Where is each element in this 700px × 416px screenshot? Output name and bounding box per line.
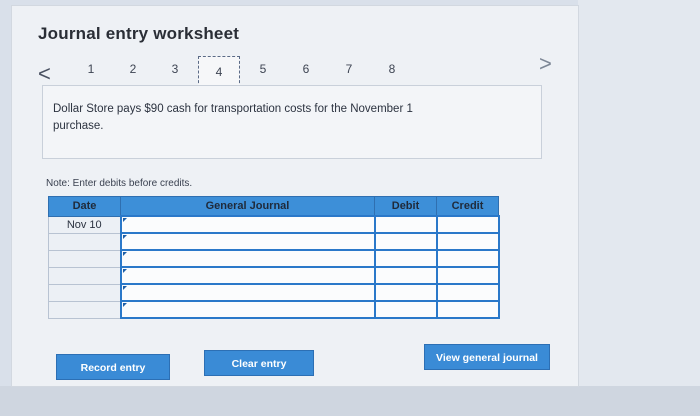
table-row — [48, 249, 500, 268]
credit-input[interactable] — [435, 283, 500, 302]
date-cell — [48, 300, 121, 319]
instruction-note: Note: Enter debits before credits. — [46, 178, 193, 189]
journal-table: Date General Journal Debit Credit Nov 10 — [48, 196, 500, 319]
general-journal-header: General Journal — [120, 196, 375, 217]
date-cell — [48, 232, 121, 251]
date-cell — [48, 283, 121, 302]
dropdown-marker-icon — [122, 218, 127, 222]
page-tab-7[interactable]: 7 — [338, 62, 360, 76]
table-row — [48, 283, 500, 302]
dropdown-marker-icon — [122, 303, 127, 307]
date-cell — [48, 249, 121, 268]
credit-input[interactable] — [435, 300, 500, 319]
debit-input[interactable] — [373, 232, 438, 251]
date-cell — [48, 266, 121, 285]
dropdown-marker-icon — [122, 252, 127, 256]
journal-header-row: Date General Journal Debit Credit — [48, 196, 499, 217]
page-tab-1[interactable]: 1 — [80, 62, 102, 76]
page-tab-3[interactable]: 3 — [164, 62, 186, 76]
debit-input[interactable] — [373, 283, 438, 302]
debit-header: Debit — [374, 196, 437, 217]
chevron-right-icon[interactable]: > — [539, 53, 552, 75]
table-row — [48, 300, 500, 319]
account-input[interactable] — [119, 266, 376, 285]
credit-input[interactable] — [435, 249, 500, 268]
table-row — [48, 232, 500, 251]
credit-input[interactable] — [435, 232, 500, 251]
page-tab-5[interactable]: 5 — [252, 62, 274, 76]
table-row — [48, 266, 500, 285]
problem-statement-box: Dollar Store pays $90 cash for transport… — [42, 85, 542, 159]
credit-input[interactable] — [435, 266, 500, 285]
account-input[interactable] — [119, 232, 376, 251]
dropdown-marker-icon — [122, 235, 127, 239]
clear-entry-button[interactable]: Clear entry — [204, 350, 314, 376]
account-input[interactable] — [119, 300, 376, 319]
account-input[interactable] — [119, 215, 376, 234]
record-entry-button[interactable]: Record entry — [56, 354, 170, 380]
page-tab-6[interactable]: 6 — [295, 62, 317, 76]
debit-input[interactable] — [373, 215, 438, 234]
dropdown-marker-icon — [122, 269, 127, 273]
debit-input[interactable] — [373, 249, 438, 268]
view-general-journal-button[interactable]: View general journal — [424, 344, 550, 370]
dropdown-marker-icon — [122, 286, 127, 290]
page-tab-2[interactable]: 2 — [122, 62, 144, 76]
problem-statement: Dollar Store pays $90 cash for transport… — [53, 103, 413, 132]
debit-input[interactable] — [373, 300, 438, 319]
debit-input[interactable] — [373, 266, 438, 285]
worksheet-title: Journal entry worksheet — [38, 24, 240, 43]
date-cell: Nov 10 — [48, 215, 121, 234]
date-header: Date — [48, 196, 121, 217]
credit-header: Credit — [436, 196, 499, 217]
account-input[interactable] — [119, 249, 376, 268]
page-tab-8[interactable]: 8 — [381, 62, 403, 76]
page-tab-4[interactable]: 4 — [198, 56, 240, 88]
background-bottom — [0, 386, 700, 416]
chevron-left-icon[interactable]: < — [38, 63, 51, 85]
table-row: Nov 10 — [48, 215, 500, 234]
background-right — [578, 0, 700, 416]
credit-input[interactable] — [435, 215, 500, 234]
account-input[interactable] — [119, 283, 376, 302]
